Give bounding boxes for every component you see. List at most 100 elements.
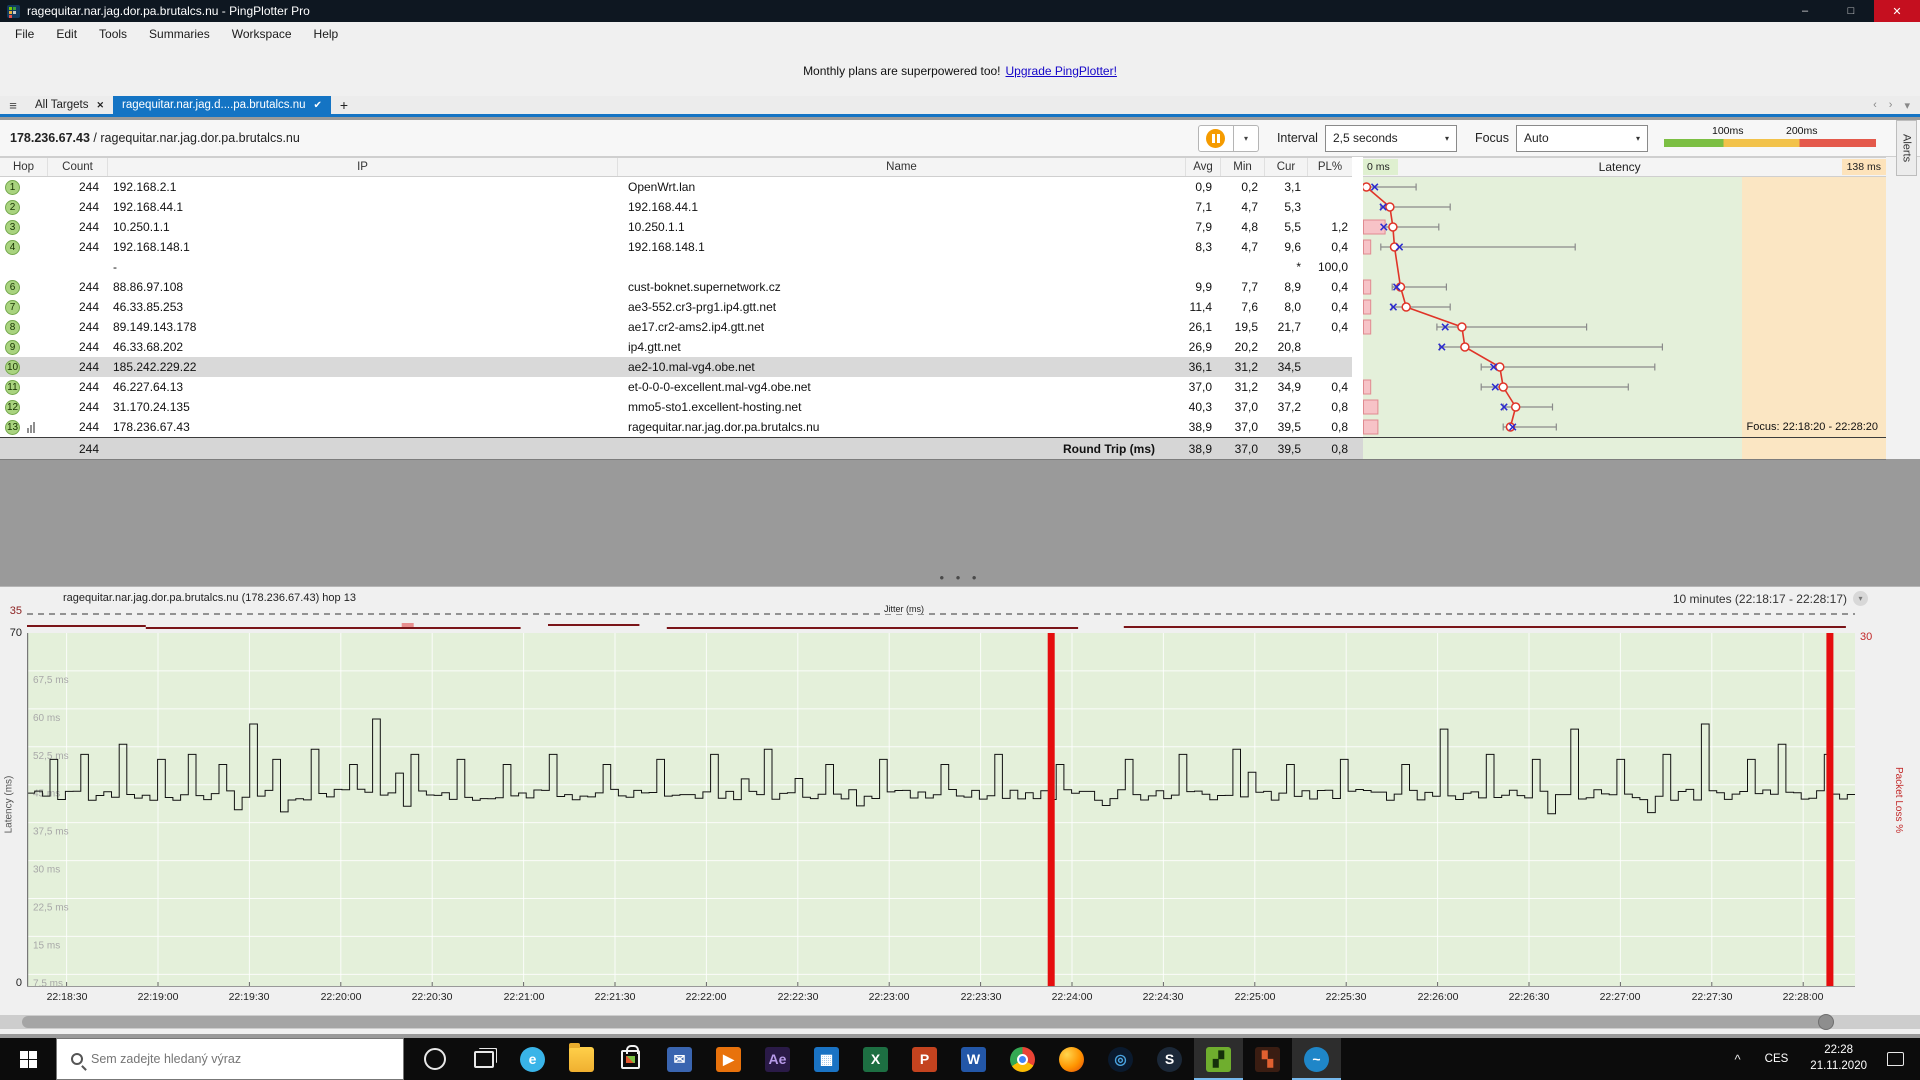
- column-header-min[interactable]: Min: [1220, 158, 1264, 176]
- excel-icon[interactable]: X: [851, 1038, 900, 1080]
- hamburger-icon[interactable]: ≡: [0, 96, 26, 114]
- store-icon[interactable]: [606, 1038, 655, 1080]
- app-icon-blue[interactable]: ◎: [1096, 1038, 1145, 1080]
- tray-expand-icon[interactable]: ^: [1723, 1052, 1753, 1067]
- steam-icon-glyph: S: [1157, 1047, 1182, 1072]
- target-bar: 178.236.67.43 / ragequitar.nar.jag.dor.p…: [0, 120, 1920, 157]
- chrome-icon[interactable]: [998, 1038, 1047, 1080]
- time-tick-label: 22:26:00: [1418, 991, 1459, 1003]
- scrollbar-thumb[interactable]: [22, 1016, 1828, 1028]
- file-explorer-icon[interactable]: [557, 1038, 606, 1080]
- min-cell: 7,7: [1220, 280, 1264, 294]
- ip-cell: 46.33.68.202: [107, 340, 617, 354]
- table-row[interactable]: 624488.86.97.108cust-boknet.supernetwork…: [0, 277, 1352, 297]
- timeline-scrollbar[interactable]: [0, 1015, 1920, 1029]
- column-header-hop[interactable]: Hop: [0, 161, 47, 173]
- table-row[interactable]: 4244192.168.148.1192.168.148.18,34,79,60…: [0, 237, 1352, 257]
- banner-text: Monthly plans are superpowered too!: [803, 64, 1000, 78]
- column-header-avg[interactable]: Avg: [1185, 158, 1220, 176]
- column-header-pl[interactable]: PL%: [1307, 158, 1352, 176]
- table-row[interactable]: 1224431.170.24.135mmo5-sto1.excellent-ho…: [0, 397, 1352, 417]
- menu-item-summaries[interactable]: Summaries: [138, 27, 221, 41]
- new-tab-button[interactable]: +: [331, 96, 357, 114]
- column-header-cur[interactable]: Cur: [1264, 158, 1307, 176]
- tab-all-targets[interactable]: All Targets ✕: [26, 96, 113, 114]
- name-cell: et-0-0-0-excellent.mal-vg4.obe.net: [617, 380, 1185, 394]
- table-row[interactable]: 1124446.227.64.13et-0-0-0-excellent.mal-…: [0, 377, 1352, 397]
- avg-cell: 8,3: [1185, 240, 1220, 254]
- pingplotter-icon[interactable]: ~: [1292, 1038, 1341, 1080]
- time-tick-label: 22:26:30: [1509, 991, 1550, 1003]
- time-range-selector[interactable]: 10 minutes (22:18:17 - 22:28:17) ▾: [1673, 591, 1868, 606]
- menu-item-help[interactable]: Help: [303, 27, 350, 41]
- taskbar-search[interactable]: [56, 1038, 404, 1080]
- ip-cell: 89.149.143.178: [107, 320, 617, 334]
- latency-timeline-plot[interactable]: 67,5 ms60 ms52,5 ms45 ms37,5 ms30 ms22,5…: [27, 633, 1855, 987]
- menu-item-tools[interactable]: Tools: [88, 27, 138, 41]
- game-icon-red[interactable]: ▚: [1243, 1038, 1292, 1080]
- store-icon-glyph: [621, 1050, 640, 1069]
- game-icon-red-glyph: ▚: [1255, 1047, 1280, 1072]
- pause-dropdown-button[interactable]: ▾: [1234, 125, 1259, 152]
- pause-button[interactable]: [1198, 125, 1234, 152]
- column-header-ip[interactable]: IP: [107, 158, 617, 176]
- firefox-icon[interactable]: [1047, 1038, 1096, 1080]
- start-button[interactable]: [0, 1038, 56, 1080]
- tab-nav-icon-0[interactable]: ‹: [1873, 99, 1877, 111]
- tab-nav-icon-1[interactable]: ›: [1889, 99, 1893, 111]
- pl-cell: 0,4: [1307, 300, 1352, 314]
- cur-cell: 39,5: [1264, 420, 1307, 434]
- column-header-name[interactable]: Name: [617, 158, 1185, 176]
- count-cell: 244: [47, 340, 107, 354]
- films-tv-icon[interactable]: ▶: [704, 1038, 753, 1080]
- table-row[interactable]: 324410.250.1.110.250.1.17,94,85,51,2: [0, 217, 1352, 237]
- focus-select[interactable]: Auto ▾: [1516, 125, 1648, 152]
- table-row[interactable]: 13244178.236.67.43ragequitar.nar.jag.dor…: [0, 417, 1352, 437]
- menu-item-edit[interactable]: Edit: [45, 27, 88, 41]
- search-input[interactable]: [91, 1052, 361, 1066]
- hop-cell: 12: [0, 400, 47, 415]
- tab-close-icon[interactable]: ✕: [96, 100, 104, 111]
- min-cell: 37,0: [1220, 420, 1264, 434]
- mail-icon[interactable]: ✉: [655, 1038, 704, 1080]
- svg-text:60 ms: 60 ms: [33, 713, 60, 724]
- menu-item-file[interactable]: File: [4, 27, 45, 41]
- time-axis-labels: 22:18:3022:19:0022:19:3022:20:0022:20:30…: [0, 991, 1920, 1007]
- menu-item-workspace[interactable]: Workspace: [221, 27, 303, 41]
- after-effects-icon[interactable]: Ae: [753, 1038, 802, 1080]
- column-header-count[interactable]: Count: [47, 158, 107, 176]
- pl-cell: 0,4: [1307, 280, 1352, 294]
- upgrade-link[interactable]: Upgrade PingPlotter!: [1006, 64, 1117, 78]
- interval-select[interactable]: 2,5 seconds ▾: [1325, 125, 1457, 152]
- table-row[interactable]: 10244185.242.229.22ae2-10.mal-vg4.obe.ne…: [0, 357, 1352, 377]
- table-row[interactable]: 724446.33.85.253ae3-552.cr3-prg1.ip4.gtt…: [0, 297, 1352, 317]
- edge-icon[interactable]: e: [508, 1038, 557, 1080]
- task-view-icon[interactable]: [459, 1038, 508, 1080]
- table-row[interactable]: -*100,0: [0, 257, 1352, 277]
- tab-active-label: ragequitar.nar.jag.d....pa.brutalcs.nu: [122, 99, 305, 111]
- alerts-side-tab[interactable]: Alerts: [1896, 120, 1917, 176]
- clock[interactable]: 22:28 21.11.2020: [1800, 1043, 1877, 1074]
- maximize-button[interactable]: □: [1828, 0, 1874, 22]
- table-row[interactable]: 824489.149.143.178ae17.cr2-ams2.ip4.gtt.…: [0, 317, 1352, 337]
- tab-active-target[interactable]: ragequitar.nar.jag.d....pa.brutalcs.nu ✔: [113, 96, 331, 114]
- word-icon[interactable]: W: [949, 1038, 998, 1080]
- language-indicator[interactable]: CES: [1753, 1053, 1801, 1065]
- table-row[interactable]: 2244192.168.44.1192.168.44.17,14,75,3: [0, 197, 1352, 217]
- minimize-button[interactable]: –: [1782, 0, 1828, 22]
- table-row[interactable]: 924446.33.68.202ip4.gtt.net26,920,220,8: [0, 337, 1352, 357]
- pane-splitter-handle[interactable]: • • •: [0, 570, 1920, 584]
- tab-nav-icon-2[interactable]: ▾: [1904, 99, 1910, 112]
- notification-center-icon[interactable]: [1887, 1052, 1904, 1066]
- latency-axis-max: 70: [0, 627, 22, 639]
- pl-cell: 0,8: [1307, 420, 1352, 434]
- video-editor-icon[interactable]: ▦: [802, 1038, 851, 1080]
- scrollbar-knob[interactable]: [1818, 1014, 1834, 1030]
- table-row[interactable]: 1244192.168.2.1OpenWrt.lan0,90,23,1: [0, 177, 1352, 197]
- close-button[interactable]: ✕: [1874, 0, 1920, 22]
- cortana-icon[interactable]: [410, 1038, 459, 1080]
- powerpoint-icon[interactable]: P: [900, 1038, 949, 1080]
- game-icon-green[interactable]: ▞: [1194, 1038, 1243, 1080]
- round-trip-avg: 38,9: [1185, 442, 1220, 456]
- steam-icon[interactable]: S: [1145, 1038, 1194, 1080]
